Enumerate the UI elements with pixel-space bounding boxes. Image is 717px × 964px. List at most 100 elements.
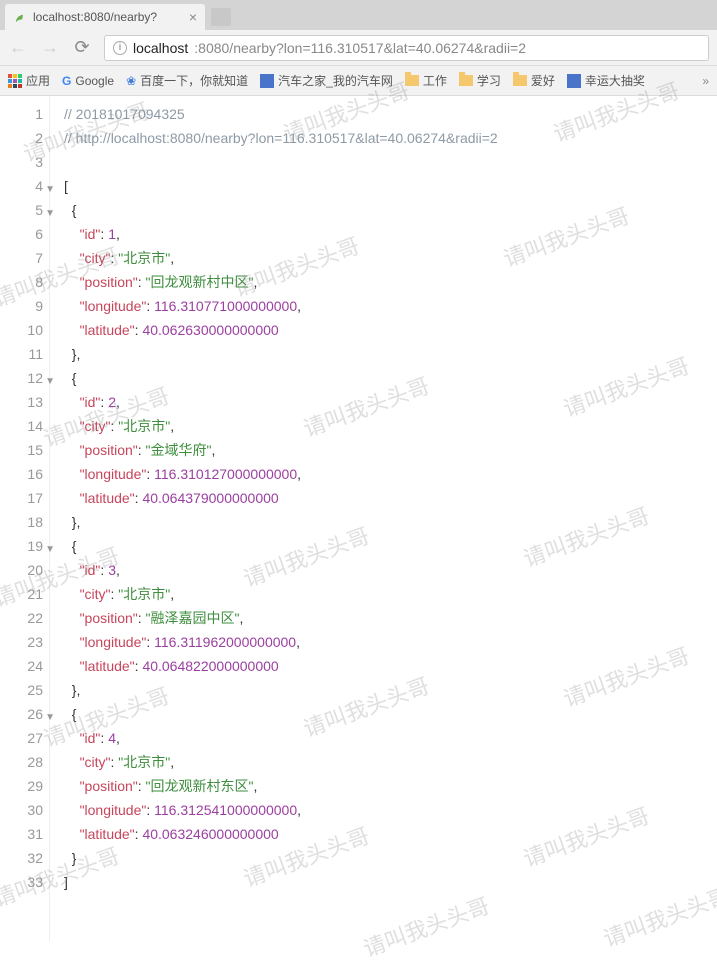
code-line: } <box>64 846 498 870</box>
line-number: 19▼ <box>0 534 43 558</box>
reload-button[interactable]: ⟳ <box>72 37 92 58</box>
folder-icon <box>513 75 527 86</box>
code-line: { <box>64 366 498 390</box>
bookmarks-overflow[interactable]: » <box>702 74 709 88</box>
tab-title: localhost:8080/nearby? <box>33 10 157 24</box>
code-content: // 20181017094325// http://localhost:808… <box>50 96 498 941</box>
bookmark-folder-study[interactable]: 学习 <box>459 72 501 89</box>
code-line: "id": 3, <box>64 558 498 582</box>
url-host: localhost <box>133 40 188 56</box>
folder-icon <box>405 75 419 86</box>
line-number: 5▼ <box>0 198 43 222</box>
line-gutter: 1234▼5▼6789101112▼13141516171819▼2021222… <box>0 96 50 941</box>
fold-icon[interactable]: ▼ <box>45 202 55 226</box>
code-line: "city": "北京市", <box>64 246 498 270</box>
address-bar: ← → ⟳ i localhost :8080/nearby?lon=116.31… <box>0 30 717 66</box>
code-line: "position": "回龙观新村东区", <box>64 774 498 798</box>
browser-tab[interactable]: localhost:8080/nearby? × <box>5 4 205 30</box>
google-icon: G <box>62 74 71 88</box>
new-tab-button[interactable] <box>211 8 231 26</box>
bookmark-label: 百度一下，你就知道 <box>140 72 248 89</box>
fold-icon[interactable]: ▼ <box>45 538 55 562</box>
bookmark-folder-work[interactable]: 工作 <box>405 72 447 89</box>
url-input[interactable]: i localhost :8080/nearby?lon=116.310517&l… <box>104 35 709 61</box>
code-line: }, <box>64 510 498 534</box>
code-line: "longitude": 116.310771000000000, <box>64 294 498 318</box>
fold-icon[interactable]: ▼ <box>45 178 55 202</box>
line-number: 12▼ <box>0 366 43 390</box>
code-line: "latitude": 40.062630000000000 <box>64 318 498 342</box>
code-line: }, <box>64 342 498 366</box>
code-line: [ <box>64 174 498 198</box>
folder-icon <box>459 75 473 86</box>
line-number: 1 <box>0 102 43 126</box>
fold-icon[interactable]: ▼ <box>45 706 55 730</box>
code-line: { <box>64 198 498 222</box>
bookmark-label: 幸运大抽奖 <box>585 72 645 89</box>
code-view: 1234▼5▼6789101112▼13141516171819▼2021222… <box>0 96 717 941</box>
line-number: 26▼ <box>0 702 43 726</box>
code-line: "latitude": 40.064379000000000 <box>64 486 498 510</box>
code-line: "longitude": 116.312541000000000, <box>64 798 498 822</box>
apps-label: 应用 <box>26 72 50 89</box>
code-line: "city": "北京市", <box>64 414 498 438</box>
bookmark-label: 学习 <box>477 72 501 89</box>
line-number: 21 <box>0 582 43 606</box>
line-number: 17 <box>0 486 43 510</box>
code-line: ] <box>64 870 498 894</box>
code-line: { <box>64 702 498 726</box>
line-number: 9 <box>0 294 43 318</box>
line-number: 31 <box>0 822 43 846</box>
line-number: 7 <box>0 246 43 270</box>
apps-icon <box>8 74 22 88</box>
code-line: "id": 4, <box>64 726 498 750</box>
code-line: "id": 2, <box>64 390 498 414</box>
line-number: 23 <box>0 630 43 654</box>
line-number: 4▼ <box>0 174 43 198</box>
url-path: :8080/nearby?lon=116.310517&lat=40.06274… <box>194 40 526 56</box>
code-line: "city": "北京市", <box>64 582 498 606</box>
line-number: 32 <box>0 846 43 870</box>
code-line <box>64 150 498 174</box>
code-line: "latitude": 40.064822000000000 <box>64 654 498 678</box>
line-number: 14 <box>0 414 43 438</box>
line-number: 20 <box>0 558 43 582</box>
code-line: "longitude": 116.310127000000000, <box>64 462 498 486</box>
bookmark-label: 爱好 <box>531 72 555 89</box>
line-number: 33 <box>0 870 43 894</box>
code-line: // http://localhost:8080/nearby?lon=116.… <box>64 126 498 150</box>
site-icon <box>260 74 274 88</box>
bookmark-label: 工作 <box>423 72 447 89</box>
code-line: "position": "融泽嘉园中区", <box>64 606 498 630</box>
line-number: 11 <box>0 342 43 366</box>
bookmark-folder-hobby[interactable]: 爱好 <box>513 72 555 89</box>
line-number: 27 <box>0 726 43 750</box>
fold-icon[interactable]: ▼ <box>45 370 55 394</box>
line-number: 22 <box>0 606 43 630</box>
close-icon[interactable]: × <box>189 10 197 24</box>
leaf-icon <box>13 10 27 24</box>
line-number: 18 <box>0 510 43 534</box>
bookmarks-bar: 应用 G Google ❀ 百度一下，你就知道 汽车之家_我的汽车网 工作 学习… <box>0 66 717 96</box>
paw-icon: ❀ <box>126 74 136 88</box>
apps-button[interactable]: 应用 <box>8 72 50 89</box>
line-number: 8 <box>0 270 43 294</box>
line-number: 10 <box>0 318 43 342</box>
line-number: 29 <box>0 774 43 798</box>
back-button[interactable]: ← <box>8 37 28 58</box>
bookmark-lottery[interactable]: 幸运大抽奖 <box>567 72 645 89</box>
code-line: "position": "回龙观新村中区", <box>64 270 498 294</box>
bookmark-autohome[interactable]: 汽车之家_我的汽车网 <box>260 72 393 89</box>
chevron-right-icon: » <box>702 74 709 88</box>
bookmark-label: Google <box>75 74 114 88</box>
info-icon[interactable]: i <box>113 41 127 55</box>
bookmark-label: 汽车之家_我的汽车网 <box>278 72 393 89</box>
forward-button[interactable]: → <box>40 37 60 58</box>
site-icon <box>567 74 581 88</box>
bookmark-baidu[interactable]: ❀ 百度一下，你就知道 <box>126 72 248 89</box>
line-number: 3 <box>0 150 43 174</box>
line-number: 28 <box>0 750 43 774</box>
bookmark-google[interactable]: G Google <box>62 74 114 88</box>
code-line: }, <box>64 678 498 702</box>
code-line: "longitude": 116.311962000000000, <box>64 630 498 654</box>
